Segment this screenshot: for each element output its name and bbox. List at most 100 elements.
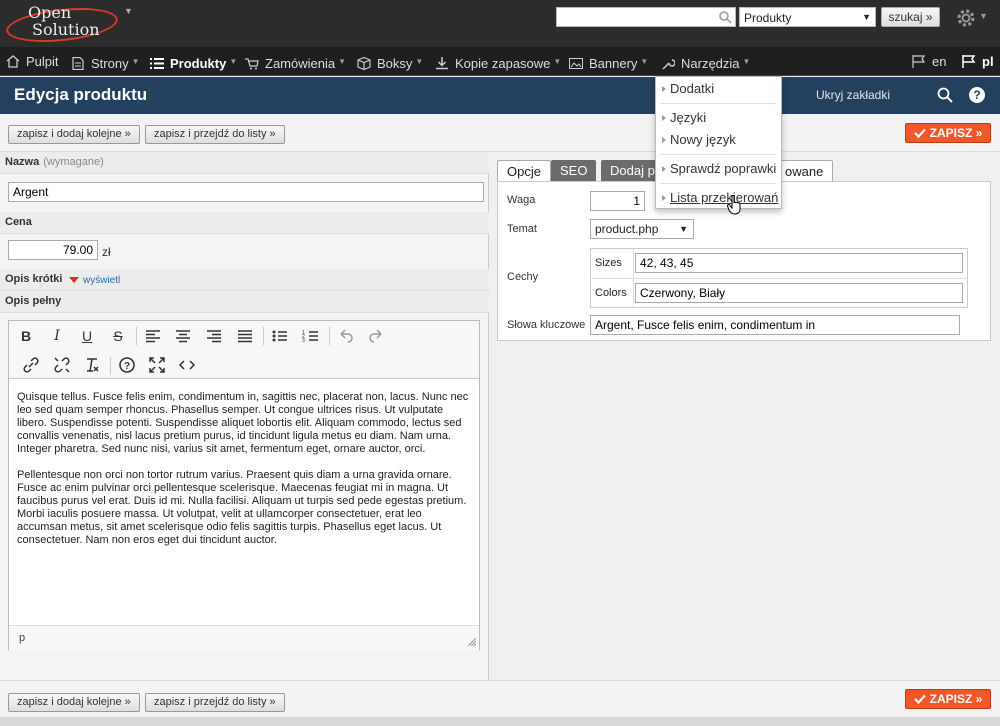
colors-label: Colors <box>595 287 627 299</box>
search-icon[interactable] <box>718 10 732 24</box>
lang-pl[interactable]: pl <box>962 47 994 76</box>
help-icon[interactable]: ? <box>969 87 985 103</box>
italic-icon[interactable]: I <box>47 326 67 346</box>
lang-en[interactable]: en <box>912 47 946 76</box>
menu-item-sprawdz-poprawki[interactable]: Sprawdź poprawki <box>656 161 781 176</box>
nav-label: Produkty <box>170 56 227 71</box>
fullscreen-icon[interactable] <box>147 355 167 375</box>
editor-status-bar: p <box>9 625 479 650</box>
feature-row-colors: Colors <box>591 278 967 307</box>
gear-icon[interactable] <box>955 7 977 29</box>
numbered-list-icon[interactable]: 123 <box>301 326 321 346</box>
editor-content[interactable]: Quisque tellus. Fusce felis enim, condim… <box>17 391 471 560</box>
home-icon <box>6 55 20 68</box>
underline-icon[interactable]: U <box>77 326 97 346</box>
name-input[interactable] <box>8 182 484 202</box>
check-icon <box>913 694 926 705</box>
nav-label: Kopie zapasowe <box>455 56 551 71</box>
nav-item-zamowienia[interactable]: Zamówienia ▼ <box>245 47 346 76</box>
nav-item-produkty[interactable]: Produkty ▼ <box>150 47 237 76</box>
weight-input[interactable] <box>590 191 645 211</box>
resize-handle-icon[interactable] <box>468 638 476 646</box>
save-go-list-button[interactable]: zapisz i przejdź do listy » <box>145 693 285 712</box>
nav-label: Bannery <box>589 56 638 71</box>
save-add-next-button[interactable]: zapisz i dodaj kolejne » <box>8 693 140 712</box>
save-button[interactable]: ZAPISZ » <box>905 689 991 709</box>
nav-item-strony[interactable]: Strony ▼ <box>71 47 140 76</box>
nav-item-narzedzia[interactable]: Narzędzia ▼ <box>661 47 750 76</box>
nav-item-pulpit[interactable]: Pulpit <box>6 47 59 76</box>
save-button[interactable]: ZAPISZ » <box>905 123 991 143</box>
box-icon <box>357 57 371 70</box>
bold-icon[interactable]: B <box>16 326 36 346</box>
price-input[interactable] <box>8 240 98 260</box>
save-label: ZAPISZ » <box>929 126 983 140</box>
save-label: ZAPISZ » <box>929 692 983 706</box>
redo-icon[interactable] <box>366 326 386 346</box>
chevron-down-icon: ▼ <box>229 57 238 66</box>
lang-pl-label: pl <box>982 54 994 69</box>
search-input[interactable] <box>556 7 736 27</box>
settings-chevron-down-icon[interactable]: ▼ <box>979 11 988 21</box>
save-add-next-button[interactable]: zapisz i dodaj kolejne » <box>8 125 140 144</box>
source-code-icon[interactable] <box>177 355 197 375</box>
bullet-list-icon[interactable] <box>270 326 290 346</box>
full-desc-label-row: Opis pełny <box>0 291 489 313</box>
short-desc-toggle-link[interactable]: wyświetl <box>83 275 120 286</box>
undo-icon[interactable] <box>336 326 356 346</box>
page-icon <box>72 57 84 70</box>
colors-input[interactable] <box>635 283 963 303</box>
strikethrough-icon[interactable]: S <box>108 326 128 346</box>
features-box: Sizes Colors <box>590 248 968 308</box>
sizes-label: Sizes <box>595 257 622 269</box>
tab-powiazane[interactable]: owane <box>775 160 834 182</box>
hide-tabs-link[interactable]: Ukryj zakładki <box>816 88 890 102</box>
tab-opcje[interactable]: Opcje <box>497 160 551 182</box>
menu-item-dodatki[interactable]: Dodatki <box>656 81 781 96</box>
nav-item-boksy[interactable]: Boksy ▼ <box>357 47 423 76</box>
align-left-icon[interactable] <box>143 326 163 346</box>
features-label: Cechy <box>507 271 539 283</box>
nav-item-bannery[interactable]: Bannery ▼ <box>569 47 648 76</box>
cart-icon <box>245 58 259 70</box>
lang-en-label: en <box>932 54 947 69</box>
align-justify-icon[interactable] <box>235 326 255 346</box>
logo-chevron-down-icon[interactable]: ▼ <box>124 6 133 16</box>
tab-seo[interactable]: SEO <box>551 160 597 182</box>
title-bar: Edycja produktu Ukryj zakładki ? <box>0 77 1000 114</box>
check-icon <box>913 128 926 139</box>
element-path[interactable]: p <box>19 632 25 644</box>
align-center-icon[interactable] <box>173 326 193 346</box>
menu-item-nowy-jezyk[interactable]: Nowy język <box>656 132 781 147</box>
tools-dropdown-menu: Dodatki Języki Nowy język Sprawdź popraw… <box>655 76 782 209</box>
link-icon[interactable] <box>21 355 41 375</box>
theme-label: Temat <box>507 223 537 235</box>
search-icon[interactable] <box>937 87 953 103</box>
keywords-input[interactable] <box>590 315 960 335</box>
name-label-row: Nazwa (wymagane) <box>0 152 489 174</box>
help-circle-icon[interactable]: ? <box>117 355 137 375</box>
required-note: (wymagane) <box>43 156 104 168</box>
sizes-input[interactable] <box>635 253 963 273</box>
theme-value: product.php <box>595 222 659 236</box>
clear-format-icon[interactable] <box>82 355 102 375</box>
triangle-down-icon[interactable] <box>69 277 79 283</box>
page-title: Edycja produktu <box>14 85 148 104</box>
chevron-down-icon: ▼ <box>742 57 751 66</box>
theme-select[interactable]: product.php ▼ <box>590 219 694 239</box>
search-button[interactable]: szukaj » <box>881 7 940 27</box>
nav-item-kopie-zapasowe[interactable]: Kopie zapasowe ▼ <box>435 47 561 76</box>
price-unit: zł <box>102 245 111 259</box>
search-scope-select[interactable]: Produkty ▼ <box>739 7 876 27</box>
nav-label: Strony <box>91 56 129 71</box>
menu-item-lista-przekierowan[interactable]: Lista przekierowań <box>656 190 781 205</box>
align-right-icon[interactable] <box>204 326 224 346</box>
unlink-icon[interactable] <box>52 355 72 375</box>
save-go-list-button[interactable]: zapisz i przejdź do listy » <box>145 125 285 144</box>
nav-label: Pulpit <box>26 54 59 69</box>
search-scope-value: Produkty <box>744 11 792 25</box>
top-action-bar: zapisz i dodaj kolejne » zapisz i przejd… <box>0 114 1000 152</box>
short-desc-label: Opis krótki <box>5 273 63 285</box>
logo[interactable]: Open Solution <box>4 3 124 47</box>
menu-item-jezyki[interactable]: Języki <box>656 110 781 125</box>
